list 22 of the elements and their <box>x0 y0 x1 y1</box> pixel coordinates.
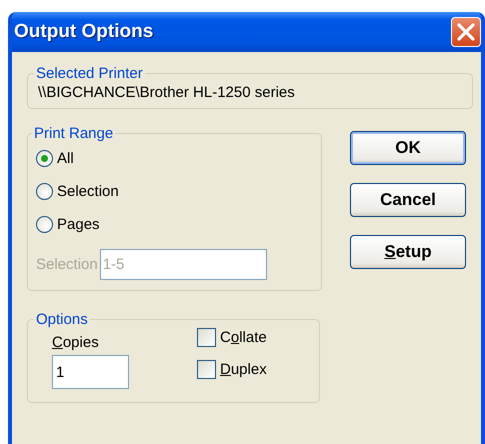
radio-option[interactable]: Selection <box>36 175 313 208</box>
group-label: Selected Printer <box>35 65 144 82</box>
dialog-button[interactable]: OK <box>350 131 466 165</box>
radio-button[interactable] <box>36 216 53 233</box>
checkbox[interactable] <box>197 328 216 347</box>
printer-name: \\BIGCHANCE\Brother HL-1250 series <box>38 84 296 101</box>
radio-option[interactable]: All <box>36 142 313 175</box>
group-label: Options <box>35 311 89 328</box>
window-title: Output Options <box>14 21 154 43</box>
radio-button[interactable] <box>36 150 53 167</box>
input-field[interactable]: 1 <box>52 355 129 389</box>
dialog-button[interactable]: Setup <box>350 235 466 269</box>
field-label: Selection <box>36 256 98 273</box>
dialog-button[interactable]: Cancel <box>350 183 466 217</box>
checkbox-option[interactable]: Duplex <box>197 360 267 379</box>
radio-button[interactable] <box>36 183 53 200</box>
checkbox-option[interactable]: Collate <box>197 328 267 347</box>
close-button[interactable] <box>451 17 481 47</box>
field-label: Copies <box>52 334 100 351</box>
checkbox[interactable] <box>197 360 216 379</box>
group-label: Print Range <box>33 125 114 142</box>
radio-option[interactable]: Pages <box>36 208 313 241</box>
